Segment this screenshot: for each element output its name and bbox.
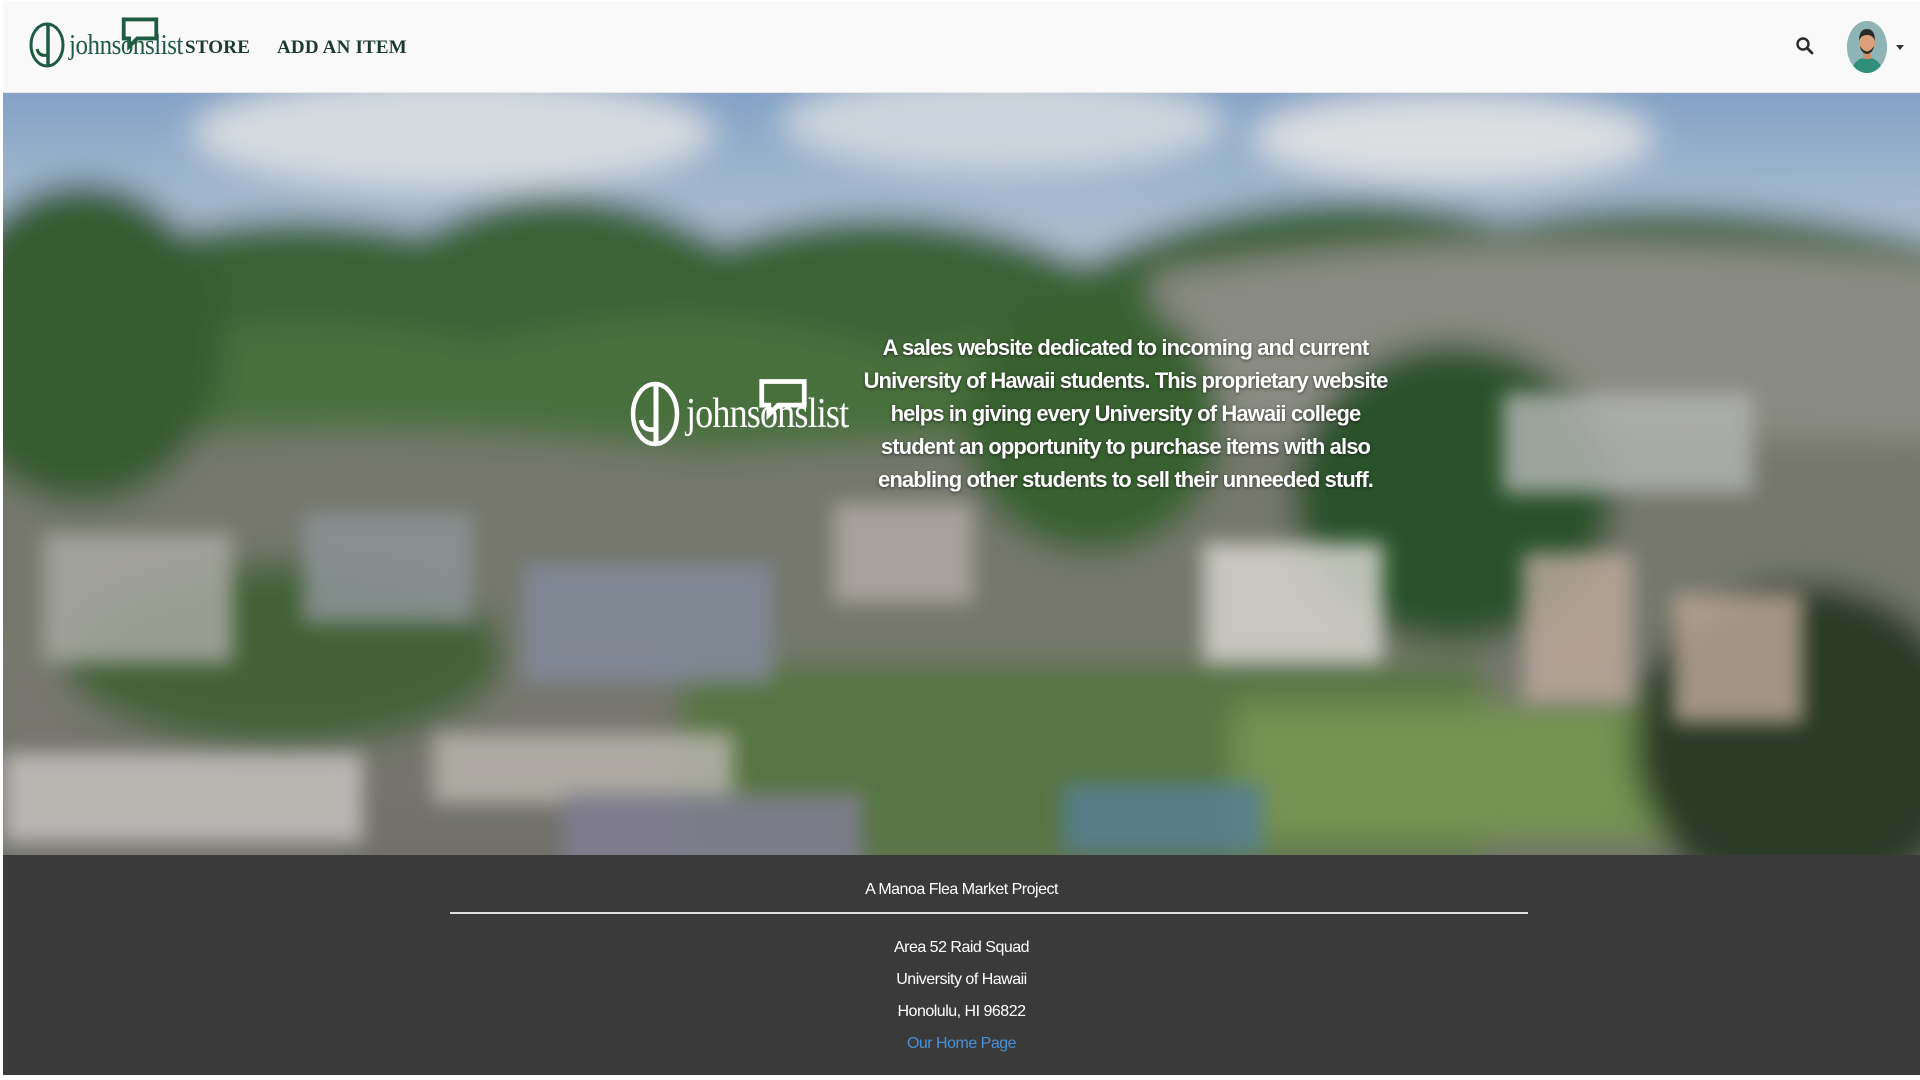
user-avatar — [1847, 21, 1887, 73]
page: johnsonslist STORE ADD AN ITEM johnsonsl… — [3, 1, 1920, 1075]
hero-logo: johnsonslist — [629, 379, 875, 449]
chevron-down-icon — [1896, 44, 1904, 50]
page-footer: A Manoa Flea Market Project Area 52 Raid… — [3, 855, 1920, 1075]
nav-add-item-link[interactable]: ADD AN ITEM — [277, 37, 407, 59]
jl-logo-icon — [29, 22, 65, 68]
jl-logo-icon — [630, 381, 680, 447]
footer-home-page-link[interactable]: Our Home Page — [3, 1035, 1920, 1053]
footer-team-name: Area 52 Raid Squad — [893, 939, 1030, 956]
nav-store-link[interactable]: STORE — [185, 37, 250, 59]
footer-title: A Manoa Flea Market Project — [865, 881, 1058, 898]
hero-description: A sales website dedicated to incoming an… — [863, 335, 1389, 492]
footer-address: Honolulu, HI 96822 — [897, 1003, 1026, 1020]
hero-banner: johnsonslist A sales website dedicated t… — [3, 93, 1920, 855]
user-menu-dropdown[interactable] — [1847, 21, 1904, 73]
speech-bubble-icon — [121, 17, 159, 52]
search-icon[interactable] — [1794, 35, 1816, 57]
top-navbar: johnsonslist STORE ADD AN ITEM — [3, 1, 1920, 93]
speech-bubble-icon — [759, 379, 807, 421]
footer-university: University of Hawaii — [896, 971, 1027, 988]
brand-home-link[interactable]: johnsonslist — [28, 17, 202, 69]
footer-divider — [450, 912, 1528, 914]
